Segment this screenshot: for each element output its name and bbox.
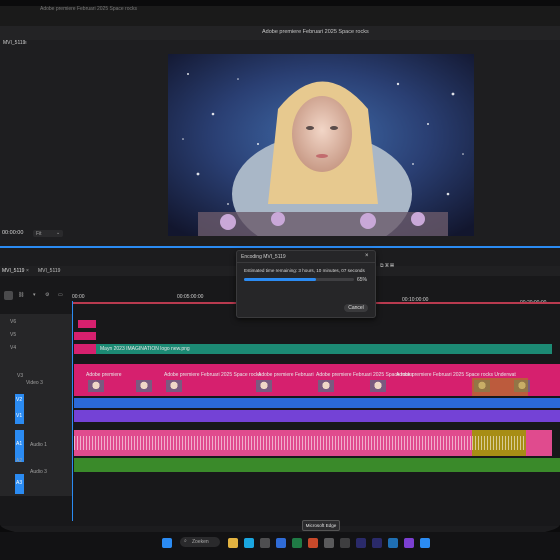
track-label-v5[interactable]: V5 bbox=[10, 332, 16, 338]
track-label-v6[interactable]: V6 bbox=[10, 319, 16, 325]
clip-v3[interactable]: Adobe premiere Adobe premiere Februari 2… bbox=[74, 364, 560, 396]
caption-icon[interactable]: ▭ bbox=[58, 292, 63, 298]
timeline-toolbar: ⛓ ▾ ⚙ ▭ bbox=[0, 291, 70, 303]
app-icon[interactable] bbox=[420, 538, 430, 548]
sequence-tab[interactable]: MVI_5119 bbox=[2, 268, 24, 274]
wrench-icon[interactable]: ⚙ bbox=[45, 292, 49, 298]
track-label-v1[interactable]: V1 bbox=[16, 413, 22, 419]
video-track-headers: V6 V5 V4 V3 Video 3 V2 V1 bbox=[0, 314, 72, 426]
store-icon[interactable] bbox=[260, 538, 270, 548]
track-label-a2[interactable]: A2 bbox=[16, 458, 22, 464]
title-bar: Adobe premiere Februari 2025 Space rocks bbox=[0, 26, 560, 40]
clip-v1[interactable] bbox=[74, 410, 560, 422]
search-placeholder: Zoeken bbox=[192, 539, 209, 545]
window-title-hint: Adobe premiere Februari 2025 Space rocks bbox=[40, 6, 137, 12]
progress-track bbox=[244, 278, 354, 281]
source-timecode: 00:00:00 bbox=[2, 230, 24, 236]
clip-thumbnail bbox=[318, 380, 334, 392]
ruler-label-0: 00:00 bbox=[72, 294, 85, 300]
cancel-button[interactable]: Cancel bbox=[344, 304, 368, 312]
after-effects-icon[interactable] bbox=[356, 538, 366, 548]
fit-select[interactable]: Fit ⌄ bbox=[33, 230, 63, 237]
clip-thumbnail bbox=[88, 380, 104, 392]
program-video-frame bbox=[168, 54, 474, 236]
taskbar-tooltip: Microsoft Edge bbox=[302, 520, 340, 531]
clip-v4[interactable]: Mayn 2023 IMAGINATION logo new.png bbox=[96, 344, 552, 354]
clip-v3-title-1: Adobe premiere bbox=[86, 372, 122, 378]
close-icon[interactable]: × bbox=[26, 268, 29, 274]
word-icon[interactable] bbox=[276, 538, 286, 548]
clip-a1[interactable] bbox=[74, 430, 472, 456]
source-clip-name[interactable]: MVI_5119 bbox=[3, 40, 25, 46]
windows-start-icon[interactable] bbox=[162, 538, 172, 548]
clip-v3-title-2: Adobe premiere Februari 2025 Space rocks bbox=[164, 372, 261, 378]
chevron-down-icon: ⌄ bbox=[56, 230, 61, 236]
clip-thumbnail bbox=[136, 380, 152, 392]
photos-icon[interactable] bbox=[324, 538, 334, 548]
excel-icon[interactable] bbox=[292, 538, 302, 548]
settings-icon[interactable] bbox=[340, 538, 350, 548]
timeline-tool-icons[interactable]: ⧉ ▣ ▤ bbox=[380, 263, 394, 269]
app-icon[interactable] bbox=[404, 538, 414, 548]
clip-v2[interactable] bbox=[74, 398, 560, 408]
track-label-a1[interactable]: A1 bbox=[16, 441, 22, 447]
edge-icon[interactable] bbox=[244, 538, 254, 548]
audio-waveform bbox=[472, 436, 526, 450]
clip-a2[interactable] bbox=[74, 458, 560, 472]
track-name-video3: Video 3 bbox=[26, 380, 43, 386]
app-title: Adobe premiere Februari 2025 Space rocks bbox=[262, 29, 369, 35]
video-frame-image bbox=[168, 54, 474, 236]
ruler-label-1: 00:05:00:00 bbox=[177, 294, 204, 300]
clip-v4-head[interactable] bbox=[74, 344, 96, 354]
progress-percent: 65% bbox=[357, 277, 368, 283]
clip-v6[interactable] bbox=[78, 320, 96, 328]
window-topbar: Adobe premiere Februari 2025 Space rocks bbox=[0, 6, 560, 26]
photoshop-icon[interactable] bbox=[388, 538, 398, 548]
track-label-v3[interactable]: V3 bbox=[17, 373, 23, 379]
source-panel: MVI_5119 ≡ bbox=[0, 40, 165, 246]
audio-track-headers: A1 Audio 1 A2 Audio 3 A3 bbox=[0, 426, 72, 496]
monitor-controls: 00:00:00 Fit ⌄ bbox=[0, 228, 560, 242]
link-icon[interactable]: ⛓ bbox=[18, 292, 24, 298]
progress-fill bbox=[244, 278, 316, 281]
file-explorer-icon[interactable] bbox=[228, 538, 238, 548]
clip-v3-title-3: Adobe premiere Februari bbox=[258, 372, 314, 378]
clip-thumbnail bbox=[166, 380, 182, 392]
track-label-v2[interactable]: V2 bbox=[16, 397, 22, 403]
track-label-a3[interactable]: A3 bbox=[16, 480, 22, 486]
clip-thumbnail bbox=[370, 380, 386, 392]
dialog-divider bbox=[237, 262, 375, 263]
clip-v5[interactable] bbox=[74, 332, 96, 340]
clip-a1-olive[interactable] bbox=[472, 430, 526, 456]
screen: Adobe premiere Februari 2025 Space rocks… bbox=[0, 6, 560, 536]
clip-thumbnail bbox=[256, 380, 272, 392]
panel-divider bbox=[0, 246, 560, 248]
fit-select-value: Fit bbox=[36, 231, 42, 237]
playhead[interactable] bbox=[72, 301, 73, 521]
clip-a1-end[interactable] bbox=[526, 430, 552, 456]
track-name-audio1: Audio 1 bbox=[30, 442, 47, 448]
close-icon[interactable]: × bbox=[365, 253, 369, 259]
powerpoint-icon[interactable] bbox=[308, 538, 318, 548]
clip-v4-label: Mayn 2023 IMAGINATION logo new.png bbox=[100, 346, 190, 352]
marker-icon[interactable]: ▾ bbox=[33, 292, 36, 298]
sequence-tab-2[interactable]: MVI_5119 bbox=[38, 268, 60, 274]
track-name-audio3: Audio 3 bbox=[30, 469, 47, 475]
search-icon: ⌕ bbox=[184, 538, 187, 544]
source-menu-icon[interactable]: ≡ bbox=[24, 40, 27, 46]
snap-icon[interactable] bbox=[4, 291, 13, 300]
dialog-title: Encoding MVI_5119 bbox=[241, 254, 286, 260]
audio-waveform bbox=[74, 436, 472, 450]
encoding-dialog: Encoding MVI_5119 × Estimated time remai… bbox=[236, 250, 376, 318]
premiere-icon[interactable] bbox=[372, 538, 382, 548]
taskbar-search[interactable]: ⌕ Zoeken bbox=[180, 537, 220, 547]
track-label-v4[interactable]: V4 bbox=[10, 345, 16, 351]
clip-v3-olive[interactable] bbox=[472, 378, 528, 396]
dialog-status: Estimated time remaining: 3 hours, 10 mi… bbox=[244, 268, 365, 273]
